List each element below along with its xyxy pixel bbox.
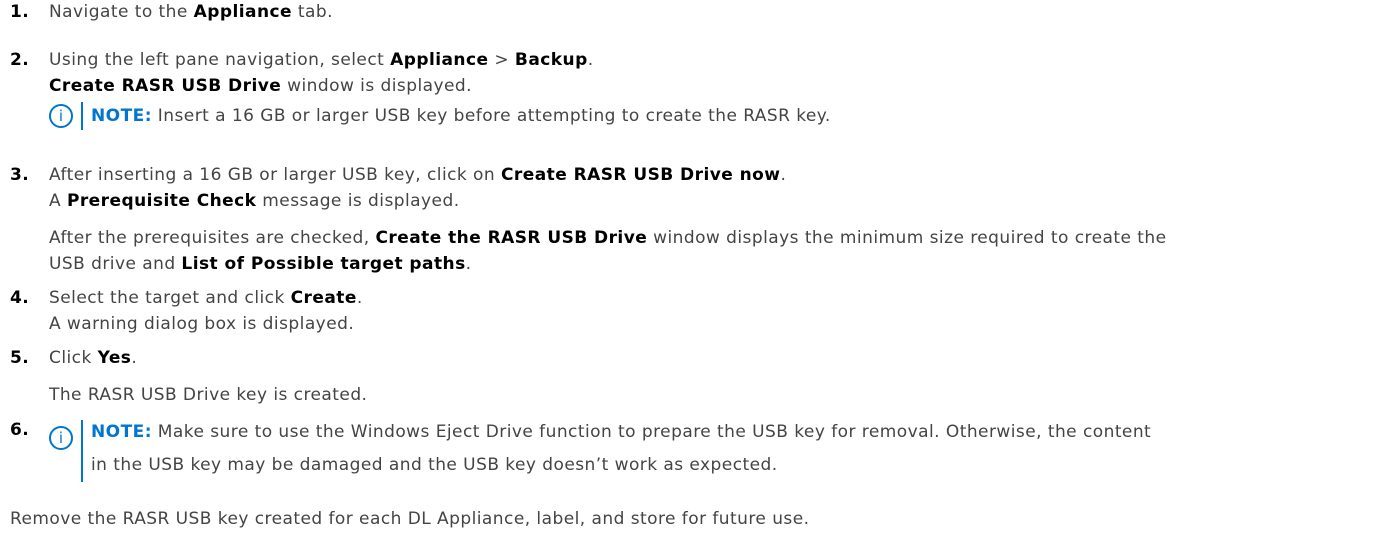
step-number: 4. bbox=[10, 288, 30, 308]
ui-term: Create RASR USB Drive bbox=[49, 76, 282, 96]
step-number: 2. bbox=[10, 50, 30, 70]
note-label: NOTE: bbox=[91, 422, 152, 442]
step-number: 6. bbox=[10, 420, 30, 440]
note-body: Insert a 16 GB or larger USB key before … bbox=[151, 106, 831, 126]
step-number: 5. bbox=[10, 348, 30, 368]
step-2-line: Using the left pane navigation, select A… bbox=[49, 50, 594, 70]
ui-term: Create RASR USB Drive now bbox=[501, 165, 781, 185]
ui-term: Create the RASR USB Drive bbox=[375, 228, 648, 248]
ui-term: Prerequisite Check bbox=[66, 191, 257, 211]
step-number: 1. bbox=[10, 2, 30, 22]
note-text: in the USB key may be damaged and the US… bbox=[91, 455, 778, 475]
note-divider bbox=[81, 420, 83, 482]
note-body: Make sure to use the Windows Eject Drive… bbox=[151, 422, 1152, 442]
ui-term: Create bbox=[290, 288, 357, 308]
procedure-page: 1. Navigate to the Appliance tab. 2. Usi… bbox=[0, 0, 1396, 551]
ui-term: Appliance bbox=[193, 2, 293, 22]
step-3-line: USB drive and List of Possible target pa… bbox=[49, 254, 472, 274]
ui-term: List of Possible target paths bbox=[181, 254, 466, 274]
ui-term: Yes bbox=[97, 348, 132, 368]
note-divider bbox=[81, 102, 83, 130]
info-icon: i bbox=[49, 104, 73, 128]
step-number: 3. bbox=[10, 165, 30, 185]
closing-paragraph: Remove the RASR USB key created for each… bbox=[10, 509, 810, 529]
note-text: NOTE: Insert a 16 GB or larger USB key b… bbox=[91, 104, 831, 129]
step-3-line: After the prerequisites are checked, Cre… bbox=[49, 228, 1167, 248]
step-5-line: The RASR USB Drive key is created. bbox=[49, 385, 368, 405]
step-3-line: A Prerequisite Check message is displaye… bbox=[49, 191, 460, 211]
info-icon: i bbox=[49, 426, 73, 450]
step-5-line: Click Yes. bbox=[49, 348, 138, 368]
step-1-line: Navigate to the Appliance tab. bbox=[49, 2, 333, 22]
ui-term: Backup bbox=[514, 50, 588, 70]
step-3-line: After inserting a 16 GB or larger USB ke… bbox=[49, 165, 787, 185]
ui-term: Appliance bbox=[390, 50, 489, 70]
step-2-line: Create RASR USB Drive window is displaye… bbox=[49, 76, 473, 96]
note-text: NOTE: Make sure to use the Windows Eject… bbox=[91, 420, 1151, 445]
step-4-line: Select the target and click Create. bbox=[49, 288, 363, 308]
step-4-line: A warning dialog box is displayed. bbox=[49, 314, 355, 334]
note-label: NOTE: bbox=[91, 106, 152, 126]
